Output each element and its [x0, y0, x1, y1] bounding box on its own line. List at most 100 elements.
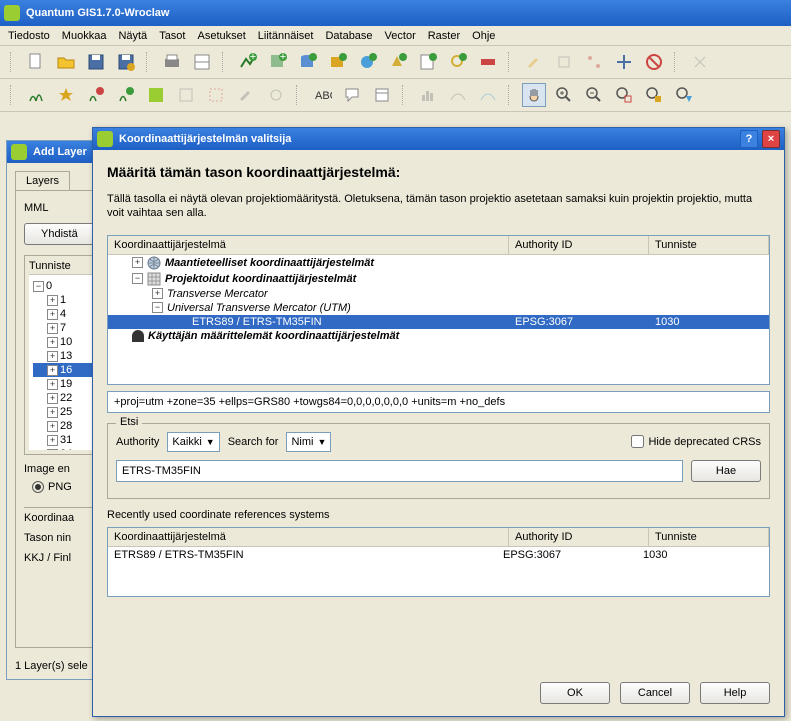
- tree-row-tm[interactable]: +Transverse Mercator: [108, 287, 769, 301]
- add-gps-icon[interactable]: [446, 50, 470, 74]
- modal-titlebar: Koordinaattijärjestelmän valitsija ? ×: [93, 128, 784, 150]
- modal-title: Koordinaattijärjestelmän valitsija: [119, 133, 740, 145]
- search-input[interactable]: [116, 460, 683, 482]
- add-vector-icon[interactable]: +: [236, 50, 260, 74]
- app-icon: [4, 5, 20, 21]
- svg-text:ABC: ABC: [315, 90, 332, 102]
- zoomfull-icon[interactable]: [612, 83, 636, 107]
- help-button[interactable]: Help: [700, 682, 770, 704]
- col-authority[interactable]: Authority ID: [509, 528, 649, 546]
- col-tunniste[interactable]: Tunniste: [649, 528, 769, 546]
- main-title: Quantum GIS1.7.0-Wroclaw: [26, 7, 787, 19]
- app-icon: [97, 131, 113, 147]
- grass-new-icon[interactable]: [24, 83, 48, 107]
- grass-settings-icon[interactable]: [264, 83, 288, 107]
- menu-vector[interactable]: Vector: [385, 30, 416, 42]
- recent-crs-list[interactable]: Koordinaattijärjestelmä Authority ID Tun…: [107, 527, 770, 597]
- crs-tree[interactable]: Koordinaattijärjestelmä Authority ID Tun…: [107, 235, 770, 385]
- menu-asetukset[interactable]: Asetukset: [197, 30, 245, 42]
- help-icon[interactable]: ?: [740, 130, 758, 148]
- grass-region-icon[interactable]: [204, 83, 228, 107]
- proj-string: +proj=utm +zone=35 +ellps=GRS80 +towgs84…: [107, 391, 770, 413]
- modal-buttons: OK Cancel Help: [93, 674, 784, 716]
- remove-layer-icon[interactable]: [476, 50, 500, 74]
- cut-icon[interactable]: [688, 50, 712, 74]
- toolbar-2: ABC: [0, 79, 791, 112]
- pan-icon[interactable]: [522, 83, 546, 107]
- new-icon[interactable]: [24, 50, 48, 74]
- save-icon[interactable]: [84, 50, 108, 74]
- add-raster-icon[interactable]: +: [266, 50, 290, 74]
- menu-tiedosto[interactable]: Tiedosto: [8, 30, 50, 42]
- grass-close-icon[interactable]: [84, 83, 108, 107]
- tree-row-utm[interactable]: −Universal Transverse Mercator (UTM): [108, 301, 769, 315]
- menu-muokkaa[interactable]: Muokkaa: [62, 30, 107, 42]
- form-icon[interactable]: [370, 83, 394, 107]
- menu-tasot[interactable]: Tasot: [159, 30, 185, 42]
- edit2-icon[interactable]: [552, 50, 576, 74]
- delete-feat-icon[interactable]: [642, 50, 666, 74]
- authority-label: Authority: [116, 436, 159, 448]
- zoomsel-icon[interactable]: [642, 83, 666, 107]
- tree-row-proj[interactable]: −Projektoidut koordinaattijärjestelmät: [108, 271, 769, 287]
- authority-combo[interactable]: Kaikki▼: [167, 432, 219, 452]
- menu-ohje[interactable]: Ohje: [472, 30, 495, 42]
- add-wfs-icon[interactable]: [386, 50, 410, 74]
- recent-row[interactable]: ETRS89 / ETRS-TM35FIN EPSG:3067 1030: [108, 547, 769, 563]
- saveas-icon[interactable]: [114, 50, 138, 74]
- menu-liitannaiset[interactable]: Liitännäiset: [258, 30, 314, 42]
- open-icon[interactable]: [54, 50, 78, 74]
- add-wms-icon[interactable]: [356, 50, 380, 74]
- zoomout-icon[interactable]: [582, 83, 606, 107]
- grass-edit-icon[interactable]: [234, 83, 258, 107]
- yhdista-button[interactable]: Yhdistä: [24, 223, 95, 245]
- tree-row-geo[interactable]: +Maantieteelliset koordinaattijärjestelm…: [108, 255, 769, 271]
- col-crs[interactable]: Koordinaattijärjestelmä: [108, 528, 509, 546]
- menubar: Tiedosto Muokkaa Näytä Tasot Asetukset L…: [0, 26, 791, 46]
- col-tunniste[interactable]: Tunniste: [649, 236, 769, 254]
- menu-nayta[interactable]: Näytä: [118, 30, 147, 42]
- modal-description: Tällä tasolla ei näytä olevan projektiom…: [107, 192, 770, 221]
- add-spatial-icon[interactable]: [326, 50, 350, 74]
- tree-row-user[interactable]: Käyttäjän määrittelemät koordinaattijärj…: [108, 329, 769, 343]
- zoomlayer-icon[interactable]: [672, 83, 696, 107]
- col-crs[interactable]: Koordinaattijärjestelmä: [108, 236, 509, 254]
- search-button[interactable]: Hae: [691, 460, 761, 482]
- annotation-icon[interactable]: [340, 83, 364, 107]
- grass-tools-icon[interactable]: [174, 83, 198, 107]
- menu-raster[interactable]: Raster: [428, 30, 460, 42]
- hist-icon[interactable]: [416, 83, 440, 107]
- svg-text:+: +: [250, 52, 256, 63]
- crs-selector-dialog: Koordinaattijärjestelmän valitsija ? × M…: [92, 127, 785, 717]
- stretch2-icon[interactable]: [476, 83, 500, 107]
- hide-deprecated-checkbox[interactable]: Hide deprecated CRSs: [631, 435, 761, 448]
- composer-icon[interactable]: [190, 50, 214, 74]
- cancel-button[interactable]: Cancel: [620, 682, 690, 704]
- menu-database[interactable]: Database: [325, 30, 372, 42]
- tab-layers[interactable]: Layers: [15, 171, 70, 190]
- add-csv-icon[interactable]: [416, 50, 440, 74]
- edit-icon[interactable]: [522, 50, 546, 74]
- grass-star-icon[interactable]: [54, 83, 78, 107]
- search-fieldset: Etsi Authority Kaikki▼ Search for Nimi▼ …: [107, 423, 770, 499]
- toolbar-1: + +: [0, 46, 791, 79]
- searchfor-combo[interactable]: Nimi▼: [286, 432, 331, 452]
- user-icon: [132, 330, 144, 342]
- close-icon[interactable]: ×: [762, 130, 780, 148]
- zoomin-icon[interactable]: [552, 83, 576, 107]
- print-icon[interactable]: [160, 50, 184, 74]
- grass-add-icon[interactable]: [114, 83, 138, 107]
- move-icon[interactable]: [612, 50, 636, 74]
- col-authority[interactable]: Authority ID: [509, 236, 649, 254]
- label-icon[interactable]: ABC: [310, 83, 334, 107]
- node-icon[interactable]: [582, 50, 606, 74]
- ok-button[interactable]: OK: [540, 682, 610, 704]
- searchfor-label: Search for: [228, 436, 279, 448]
- add-db-icon[interactable]: [296, 50, 320, 74]
- modal-heading: Määritä tämän tason koordinaattjärjestel…: [107, 164, 770, 180]
- main-titlebar: Quantum GIS1.7.0-Wroclaw: [0, 0, 791, 26]
- recent-label: Recently used coordinate references syst…: [107, 509, 770, 521]
- stretch-icon[interactable]: [446, 83, 470, 107]
- tree-row-selected[interactable]: ETRS89 / ETRS-TM35FIN EPSG:3067 1030: [108, 315, 769, 329]
- grass-raster-icon[interactable]: [144, 83, 168, 107]
